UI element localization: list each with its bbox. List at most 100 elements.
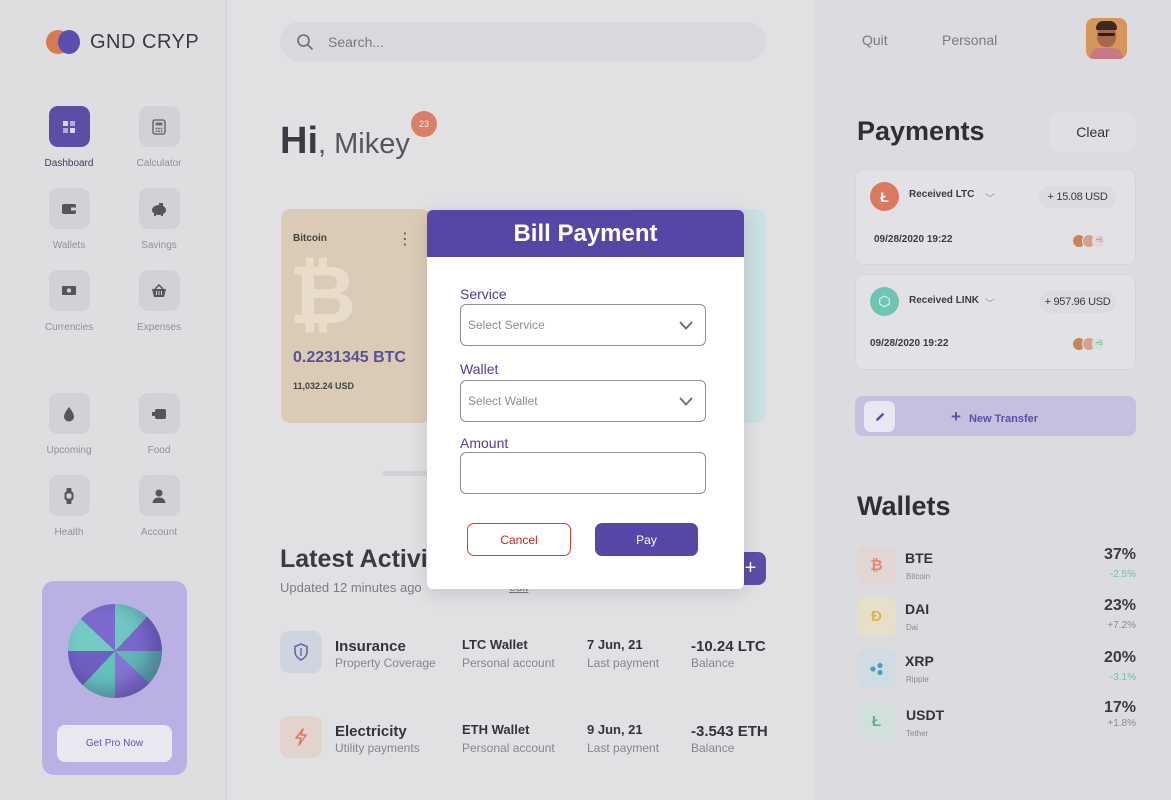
wallet-row[interactable]: ₿ BTE Bitcoin 37% -2.5% bbox=[857, 546, 1136, 586]
litecoin-icon: Ł bbox=[870, 182, 899, 211]
activity-title: Latest Activi bbox=[280, 545, 428, 573]
payment-label: Received LTC bbox=[909, 189, 975, 200]
activity-row-title: Insurance bbox=[335, 638, 406, 655]
greeting-hi: Hi bbox=[280, 120, 318, 162]
tether-icon: Ł bbox=[857, 702, 896, 741]
activity-row-wallet: LTC Wallet bbox=[462, 637, 528, 652]
plus-icon: + bbox=[951, 407, 961, 426]
dashboard-icon bbox=[48, 106, 90, 147]
sidebar-item-expenses[interactable]: Expenses bbox=[124, 270, 194, 333]
sidebar-item-health[interactable]: Health bbox=[34, 475, 104, 538]
cash-icon bbox=[48, 270, 90, 311]
payment-amount: + 957.96 USD bbox=[1039, 291, 1116, 313]
search-icon bbox=[297, 33, 313, 50]
chevron-down-icon[interactable]: ﹀ bbox=[985, 190, 995, 205]
payment-item[interactable]: ⬡ Received LINK ﹀ + 957.96 USD 09/28/202… bbox=[855, 274, 1136, 370]
carousel-indicator[interactable] bbox=[382, 471, 432, 476]
greeting-name: , Mikey bbox=[318, 128, 410, 160]
get-pro-button[interactable]: Get Pro Now bbox=[57, 725, 172, 762]
sidebar-item-label: Currencies bbox=[44, 322, 94, 333]
wallet-name: XRP bbox=[905, 653, 934, 669]
participants-avatars: +5 bbox=[1072, 234, 1106, 248]
payment-datetime: 09/28/2020 19:22 bbox=[874, 234, 953, 245]
more-participants-count: +5 bbox=[1092, 234, 1106, 248]
payment-label: Received LINK bbox=[909, 295, 980, 306]
amount-input[interactable] bbox=[460, 452, 706, 494]
bill-payment-dialog: Bill Payment Service Select Service Wall… bbox=[427, 210, 744, 589]
activity-row-wallet: ETH Wallet bbox=[462, 722, 530, 737]
service-select-value: Select Service bbox=[468, 318, 545, 332]
activity-row[interactable]: Electricity Utility payments ETH Wallet … bbox=[280, 716, 820, 766]
sidebar-item-savings[interactable]: Savings bbox=[124, 188, 194, 251]
sidebar-item-upcoming[interactable]: Upcoming bbox=[34, 393, 104, 456]
wallet-icon bbox=[48, 188, 90, 229]
payment-amount: + 15.08 USD bbox=[1039, 186, 1116, 208]
sidebar-item-wallets[interactable]: Wallets bbox=[34, 188, 104, 251]
bitcoin-icon: ₿ bbox=[857, 546, 896, 585]
avatar[interactable] bbox=[1086, 18, 1127, 59]
watch-icon bbox=[48, 475, 90, 516]
wallet-label: Wallet bbox=[460, 361, 499, 377]
more-options-icon[interactable]: ⋮ bbox=[397, 229, 413, 249]
wallets-title: Wallets bbox=[857, 491, 951, 521]
sidebar-item-label: Wallets bbox=[52, 240, 86, 251]
wallet-row[interactable]: XRP Ripple 20% -3.1% bbox=[857, 649, 1136, 689]
sidebar-item-label: Savings bbox=[141, 240, 177, 251]
amount-label: Amount bbox=[460, 435, 509, 451]
sidebar-item-dashboard[interactable]: Dashboard bbox=[34, 106, 104, 169]
wallet-sub: Bitcoin bbox=[906, 572, 931, 581]
service-select[interactable]: Select Service bbox=[460, 304, 706, 346]
activity-row[interactable]: Insurance Property Coverage LTC Wallet P… bbox=[280, 631, 820, 681]
sidebar-item-label: Account bbox=[140, 527, 178, 538]
sidebar-item-food[interactable]: Food bbox=[124, 393, 194, 456]
bitcoin-card[interactable]: Bitcoin ⋮ ₿ 0.2231345 BTC 11,032.24 USD bbox=[281, 209, 431, 423]
activity-row-title: Electricity bbox=[335, 723, 407, 740]
wallet-change: -2.5% bbox=[1109, 569, 1136, 580]
more-participants-count: +5 bbox=[1092, 337, 1106, 351]
activity-row-amount-label: Balance bbox=[691, 741, 735, 755]
clear-button[interactable]: Clear bbox=[1050, 113, 1136, 151]
wallet-percent: 17% bbox=[1103, 699, 1136, 716]
activity-row-subtitle: Property Coverage bbox=[335, 656, 436, 670]
brand-logo[interactable]: GND CRYP bbox=[46, 30, 199, 54]
search-input[interactable] bbox=[328, 33, 728, 50]
wallet-sub: Tether bbox=[906, 729, 929, 738]
wallet-select[interactable]: Select Wallet bbox=[460, 380, 706, 422]
sidebar-item-account[interactable]: Account bbox=[124, 475, 194, 538]
wallet-sub: Ripple bbox=[906, 675, 929, 684]
activity-row-date-label: Last payment bbox=[587, 741, 660, 755]
search-bar[interactable] bbox=[280, 22, 766, 61]
activity-row-date-label: Last payment bbox=[587, 656, 660, 670]
chevron-down-icon[interactable]: ﹀ bbox=[985, 295, 995, 310]
activity-row-account: Personal account bbox=[462, 656, 555, 670]
calculator-icon bbox=[138, 106, 180, 147]
cancel-button[interactable]: Cancel bbox=[467, 523, 571, 556]
sidebar-item-calculator[interactable]: Calculator bbox=[124, 106, 194, 169]
participants-avatars: +5 bbox=[1072, 337, 1106, 351]
food-icon bbox=[138, 393, 180, 434]
card-coin-name: Bitcoin bbox=[293, 233, 327, 244]
piggy-bank-icon bbox=[138, 188, 180, 229]
pencil-icon bbox=[864, 401, 895, 432]
sidebar-item-currencies[interactable]: Currencies bbox=[34, 270, 104, 333]
wallet-row[interactable]: Ł USDT Tether 17% +1.8% bbox=[857, 699, 1136, 742]
sidebar-item-label: Health bbox=[54, 527, 84, 538]
sidebar: GND CRYP Dashboard Calculator Wallets Sa… bbox=[0, 0, 227, 800]
wallet-row[interactable]: Đ DAI Dai 23% +7.2% bbox=[857, 597, 1136, 637]
user-icon bbox=[138, 475, 180, 516]
tab-personal[interactable]: Personal bbox=[942, 32, 997, 48]
tab-quit[interactable]: Quit bbox=[862, 32, 888, 48]
wallet-percent: 37% bbox=[1103, 546, 1136, 563]
sidebar-item-label: Upcoming bbox=[46, 445, 92, 456]
activity-row-amount-label: Balance bbox=[691, 656, 735, 670]
promo-illustration bbox=[68, 604, 162, 698]
payment-item[interactable]: Ł Received LTC ﹀ + 15.08 USD 09/28/2020 … bbox=[855, 169, 1136, 265]
notification-badge[interactable]: 23 bbox=[411, 111, 437, 137]
wallet-change: +7.2% bbox=[1107, 620, 1136, 631]
activity-row-date: 7 Jun, 21 bbox=[587, 637, 643, 652]
pay-button[interactable]: Pay bbox=[595, 523, 698, 556]
sidebar-item-label: Calculator bbox=[136, 158, 182, 169]
new-transfer-button[interactable]: + New Transfer bbox=[855, 396, 1136, 436]
sidebar-item-label: Expenses bbox=[137, 322, 181, 333]
wallet-change: -3.1% bbox=[1109, 672, 1136, 683]
